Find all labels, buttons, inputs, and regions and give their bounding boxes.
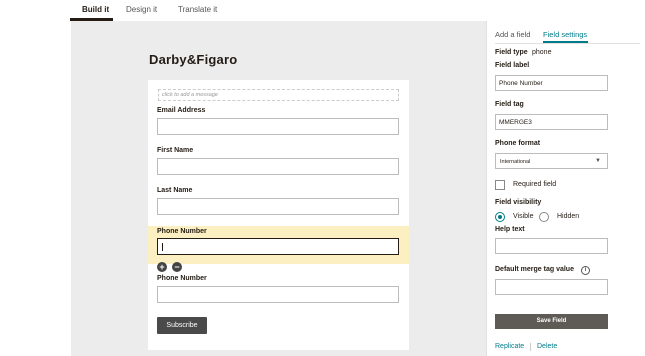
phone-format-heading: Phone format [495,140,541,147]
field-visibility-heading: Field visibility [495,199,542,206]
field-type-value: phone [532,49,552,56]
field-label-input[interactable]: Phone Number [495,75,608,91]
info-icon[interactable]: i [581,266,590,275]
field-label-phone-number: Phone Number [157,275,207,282]
subscribe-button[interactable]: Subscribe [157,317,207,334]
phone-format-value: International [500,159,531,165]
required-field-checkbox[interactable] [495,180,505,190]
field-tag-input[interactable]: MMERGE3 [495,114,608,130]
replicate-link[interactable]: Replicate [495,343,524,350]
panel-tab-rule [495,43,640,44]
plus-circle-icon[interactable]: + [157,262,167,272]
phone-number-field[interactable] [157,286,399,303]
field-label-first-name: First Name [157,147,194,154]
top-nav: Build it Design it Translate it [0,0,645,21]
help-text-heading: Help text [495,226,525,233]
field-label-phone-number-selected: Phone Number [157,228,207,235]
tab-translate-it[interactable]: Translate it [178,5,217,14]
form-message-placeholder[interactable]: click to add a message [158,89,399,101]
hidden-radio[interactable] [539,212,549,222]
default-merge-tag-input[interactable] [495,279,608,295]
visible-radio-label: Visible [513,213,534,220]
default-merge-tag-heading: Default merge tag value [495,266,574,273]
phone-format-select[interactable]: International ▼ [495,153,608,169]
tab-design-it[interactable]: Design it [126,5,157,14]
save-field-button[interactable]: Save Field [495,314,608,329]
email-field[interactable] [157,118,399,135]
chevron-down-icon: ▼ [595,158,601,164]
required-field-label: Required field [513,181,557,188]
link-separator [530,343,531,351]
field-type-label: Field type [495,49,528,56]
hidden-radio-label: Hidden [557,213,580,220]
phone-number-field-selected[interactable] [157,238,399,255]
help-text-input[interactable] [495,238,608,254]
visible-radio[interactable] [495,212,505,222]
tab-add-a-field[interactable]: Add a field [495,30,530,39]
tab-field-settings[interactable]: Field settings [543,30,587,39]
panel-divider [486,21,487,356]
last-name-field[interactable] [157,198,399,215]
tab-build-it[interactable]: Build it [82,5,109,14]
field-tag-heading: Field tag [495,101,524,108]
field-label-email: Email Address [157,107,206,114]
delete-link[interactable]: Delete [537,343,557,350]
first-name-field[interactable] [157,158,399,175]
form-title[interactable]: Darby&Figaro [149,52,237,67]
minus-circle-icon[interactable]: − [172,262,182,272]
field-label-last-name: Last Name [157,187,193,194]
field-label-heading: Field label [495,62,530,69]
text-cursor [162,243,163,251]
